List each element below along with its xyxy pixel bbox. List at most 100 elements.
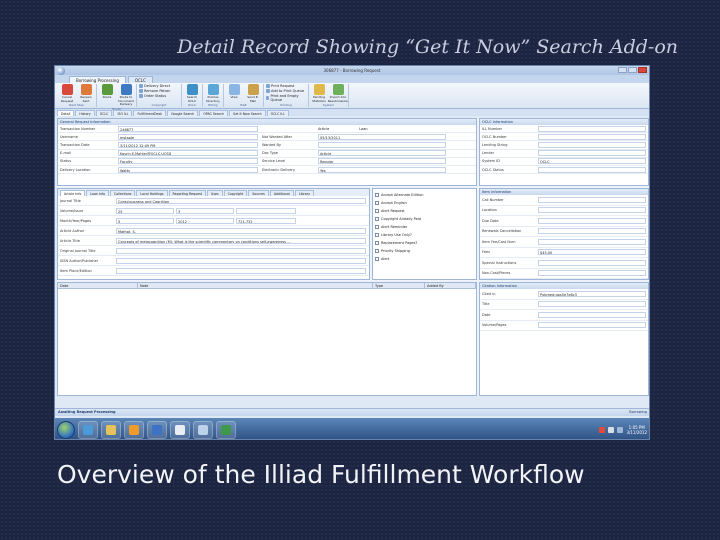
- field-value[interactable]: Mathot, S.: [116, 227, 366, 234]
- article-tab[interactable]: Collections: [109, 190, 136, 196]
- field-value[interactable]: [538, 207, 646, 214]
- field-value[interactable]: 5: [116, 217, 174, 224]
- taskbar-clock[interactable]: 1:05 PM 3/11/2012: [626, 425, 647, 435]
- field-value[interactable]: [538, 228, 646, 235]
- request-option-checkbox[interactable]: Replacement Pages?: [373, 239, 476, 247]
- article-tab[interactable]: Uses: [207, 190, 223, 196]
- field-value[interactable]: [236, 207, 296, 214]
- article-tab[interactable]: Local Holdings: [136, 190, 168, 196]
- ribbon-button[interactable]: Import into Resubmission: [328, 84, 348, 103]
- notes-col-date[interactable]: Date: [58, 283, 138, 288]
- record-subtab[interactable]: FulfillmentDesk: [133, 110, 167, 116]
- field-value[interactable]: [116, 247, 366, 254]
- field-value[interactable]: [318, 141, 446, 148]
- request-option-checkbox[interactable]: Priority Shipping: [373, 247, 476, 255]
- field-value[interactable]: [538, 259, 646, 266]
- article-tab[interactable]: Reporting Request: [168, 190, 207, 196]
- record-subtab[interactable]: OCLC ILL: [266, 110, 289, 116]
- request-option-checkbox[interactable]: Alert: [373, 255, 476, 263]
- ribbon-button[interactable]: Route: [99, 84, 115, 100]
- taskbar-button[interactable]: [216, 420, 236, 439]
- minimize-icon[interactable]: [618, 67, 627, 73]
- field-value[interactable]: mstaple: [118, 133, 258, 140]
- record-subtab[interactable]: Get It Now Search: [228, 110, 266, 116]
- field-value[interactable]: 25: [116, 207, 174, 214]
- field-value[interactable]: 721-732: [236, 217, 296, 224]
- record-subtab[interactable]: Google Search: [167, 110, 199, 116]
- tab-oclc[interactable]: OCLC: [127, 76, 153, 83]
- request-option-checkbox[interactable]: Accept English: [373, 199, 476, 207]
- ribbon-button[interactable]: View: [226, 84, 242, 100]
- field-value[interactable]: OCLC: [538, 158, 646, 165]
- ribbon-small-button[interactable]: Remove Patron: [139, 89, 179, 93]
- field-value[interactable]: 3: [176, 207, 234, 214]
- request-option-checkbox[interactable]: Alert Request: [373, 207, 476, 215]
- field-value[interactable]: [538, 217, 646, 224]
- field-value[interactable]: 246877: [118, 125, 258, 132]
- ribbon-small-button[interactable]: Delivery Direct: [139, 84, 179, 88]
- maximize-icon[interactable]: [628, 67, 637, 73]
- ribbon-button[interactable]: Policies Directory: [205, 84, 221, 103]
- notes-col-added-by[interactable]: Added By: [425, 283, 476, 288]
- request-option-checkbox[interactable]: Alert Reminder: [373, 223, 476, 231]
- ribbon-button[interactable]: Send E-Mail: [245, 84, 261, 103]
- field-value[interactable]: 05/13/2011: [318, 133, 446, 140]
- field-value[interactable]: [538, 301, 646, 308]
- ribbon-button[interactable]: Route to Document Delivery: [118, 84, 134, 107]
- ribbon-button[interactable]: Search OCLC: [184, 84, 200, 103]
- field-value[interactable]: Consciousness and Cognition: [116, 197, 366, 204]
- field-value[interactable]: Faculty: [118, 158, 258, 165]
- doc-kind-radio[interactable]: Loan: [359, 127, 367, 131]
- taskbar-button[interactable]: [147, 420, 167, 439]
- record-subtab[interactable]: Detail: [57, 110, 75, 116]
- field-value[interactable]: [538, 322, 646, 329]
- field-value[interactable]: [538, 270, 646, 277]
- article-tab[interactable]: Sources: [248, 190, 269, 196]
- request-option-checkbox[interactable]: Copyright Already Paid: [373, 215, 476, 223]
- field-value[interactable]: Kosrin.E.Mahler@OCLC.UCSD: [118, 150, 258, 157]
- field-value[interactable]: Article: [318, 150, 446, 157]
- article-tab[interactable]: Copyright: [223, 190, 248, 196]
- tray-volume-icon[interactable]: [617, 426, 624, 433]
- field-value[interactable]: [116, 267, 366, 274]
- close-icon[interactable]: [638, 67, 647, 73]
- field-value[interactable]: [538, 196, 646, 203]
- record-subtab[interactable]: ISO ILL: [113, 110, 133, 116]
- field-value[interactable]: [538, 238, 646, 245]
- article-tab[interactable]: Loan Info: [86, 190, 109, 196]
- doc-kind-radio[interactable]: Article: [318, 127, 329, 131]
- article-tab[interactable]: Additional: [269, 190, 294, 196]
- ribbon-small-button[interactable]: Add to Print Queue: [266, 89, 306, 93]
- field-value[interactable]: [538, 311, 646, 318]
- article-tab[interactable]: Library: [294, 190, 314, 196]
- notes-col-type[interactable]: Type: [373, 283, 425, 288]
- tab-borrowing-processing[interactable]: Borrowing Processing: [69, 76, 126, 83]
- field-value[interactable]: Watts: [118, 166, 258, 173]
- taskbar-button[interactable]: [78, 420, 98, 439]
- tray-alert-icon[interactable]: [599, 426, 606, 433]
- field-value[interactable]: [116, 257, 366, 264]
- ribbon-button[interactable]: Reopen Sent: [78, 84, 94, 103]
- taskbar-button[interactable]: [124, 420, 144, 439]
- ribbon-small-button[interactable]: Order Status: [139, 94, 179, 98]
- field-value[interactable]: 3/11/2012 12:09 PM: [118, 141, 258, 148]
- field-value[interactable]: Pubmed:qps5e7e8c3: [538, 290, 646, 297]
- taskbar-button[interactable]: [170, 420, 190, 439]
- record-subtab[interactable]: OPAC Search: [199, 110, 228, 116]
- article-tab[interactable]: Article Info: [60, 190, 86, 196]
- field-value[interactable]: [538, 125, 646, 132]
- request-option-checkbox[interactable]: Library Use Only?: [373, 231, 476, 239]
- field-value[interactable]: [538, 141, 646, 148]
- ribbon-small-button[interactable]: Print and Empty Queue: [266, 94, 306, 102]
- field-value[interactable]: Yes: [318, 166, 446, 173]
- field-value[interactable]: [538, 166, 646, 173]
- tray-network-icon[interactable]: [608, 426, 615, 433]
- field-value[interactable]: 2012: [176, 217, 234, 224]
- request-option-checkbox[interactable]: Accept Alternate Edition: [373, 191, 476, 199]
- notes-col-note[interactable]: Note: [138, 283, 373, 288]
- taskbar-button[interactable]: [193, 420, 213, 439]
- start-button[interactable]: [57, 420, 75, 439]
- field-value[interactable]: $45.00: [538, 249, 646, 256]
- field-value[interactable]: Concepts of metacognition (M): What is t…: [116, 237, 366, 244]
- field-value[interactable]: [538, 150, 646, 157]
